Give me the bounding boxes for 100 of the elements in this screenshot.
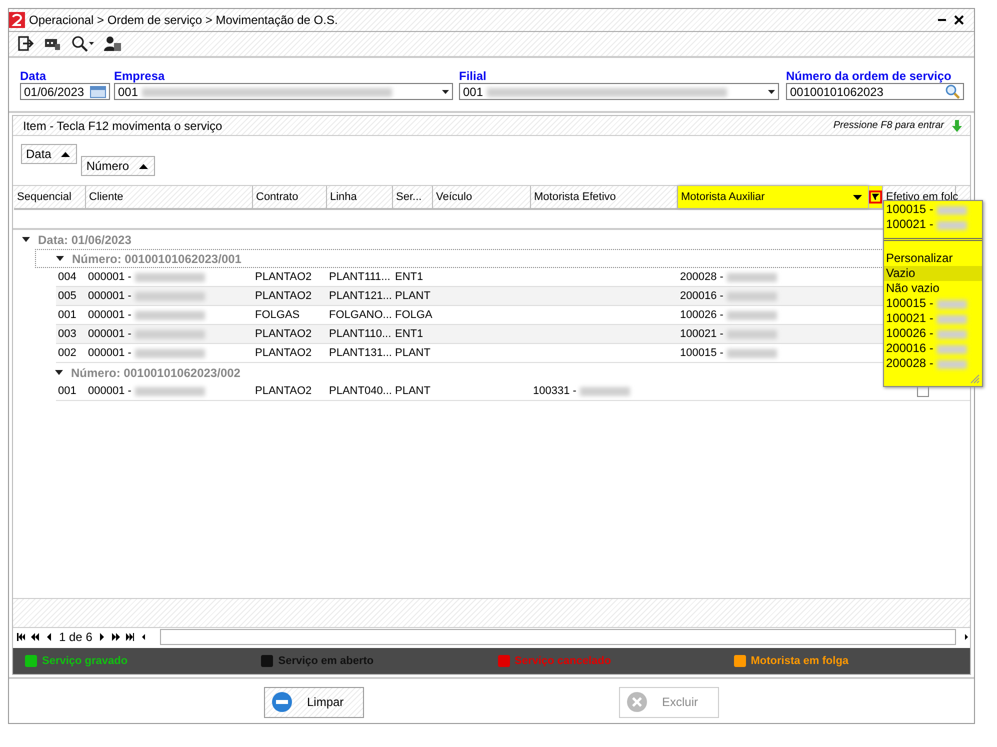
column-header[interactable]: Cliente (86, 186, 253, 208)
column-header[interactable]: Motorista Auxiliar (678, 186, 869, 208)
last-page-icon[interactable] (126, 632, 134, 641)
next-page-icon[interactable] (112, 632, 120, 641)
table-cell: FOLGANO... (329, 309, 392, 322)
search-icon (71, 35, 88, 52)
group-header: Número: 00100101062023/002 (71, 366, 240, 380)
collapse-icon[interactable] (56, 256, 64, 262)
blurred-text (135, 330, 206, 340)
group-by-chip[interactable]: Data (21, 144, 78, 164)
column-header[interactable]: Linha (327, 186, 393, 208)
table-cell: ENT1 (395, 271, 424, 284)
filter-value[interactable]: 100021 - (886, 217, 934, 232)
sort-up-icon (61, 152, 70, 157)
caret-icon (853, 194, 862, 200)
blurred-text (937, 206, 968, 215)
filter-option[interactable]: Personalizar (884, 251, 982, 266)
field-label: Filial (459, 69, 488, 84)
table-cell: 005 (58, 290, 76, 302)
filter-option[interactable]: Vazio (884, 266, 982, 282)
filter-option[interactable]: 200016 - (884, 341, 982, 356)
blurred-text (727, 349, 778, 358)
blurred-text (727, 311, 778, 320)
table-cell: 004 (58, 271, 76, 284)
search-button[interactable] (69, 35, 96, 52)
column-header[interactable]: Ser... (393, 186, 433, 208)
column-header[interactable]: Veículo (433, 186, 531, 208)
collapse-icon[interactable] (22, 236, 30, 243)
blurred-text (937, 344, 968, 354)
table-cell: 001 (58, 385, 76, 398)
next-icon[interactable] (98, 632, 106, 641)
combo-field[interactable]: 001 (459, 83, 779, 100)
minimize-icon (938, 18, 946, 21)
table-cell: 100015 - (680, 347, 724, 360)
column-header[interactable]: Contrato (253, 186, 327, 208)
scroll-right-icon[interactable] (962, 632, 970, 641)
blurred-text (135, 292, 206, 302)
legend-label: Serviço em aberto (278, 654, 374, 667)
blurred-text (937, 300, 968, 309)
group-header: Data: 01/06/2023 (38, 232, 132, 247)
blurred-text (727, 273, 778, 282)
exit-button[interactable] (15, 35, 36, 52)
calendar-icon (90, 86, 106, 98)
filter-option[interactable]: 100015 - (884, 296, 982, 312)
table-cell: PLANTAO2 (255, 271, 312, 284)
table-cell: 100331 - (533, 385, 576, 398)
previous-icon[interactable] (45, 632, 53, 641)
date-field[interactable]: 01/06/2023 (20, 83, 110, 100)
field-label: Número da ordem de serviço (786, 69, 952, 84)
table-cell: PLANTAO2 (255, 385, 312, 398)
table-cell: 100026 - (680, 309, 724, 322)
grid-caption: Item - Tecla F12 movimenta o serviço (23, 118, 224, 133)
combo-field[interactable]: 001 (114, 83, 453, 100)
filter-option[interactable]: 200028 - (884, 356, 982, 372)
filter-option[interactable]: 100021 - (884, 311, 982, 326)
blurred-text (727, 292, 778, 302)
table-cell: 000001 - (88, 271, 132, 284)
table-cell: PLANT040... (329, 385, 392, 398)
search-field[interactable]: 00100101062023 (786, 83, 964, 100)
table-cell: 000001 - (88, 309, 132, 322)
column-header[interactable]: Sequencial (14, 186, 86, 208)
action-button[interactable]: Limpar (264, 686, 364, 718)
group-by-chip[interactable]: Número (81, 156, 156, 176)
blurred-text (937, 314, 968, 324)
table-cell: PLANTAO2 (255, 347, 312, 360)
table-cell: 002 (58, 347, 76, 360)
table-cell: 000001 - (88, 385, 132, 398)
table-cell: PLANT (395, 290, 430, 302)
table-cell: PLANTAO2 (255, 290, 312, 302)
field-label: Empresa (114, 69, 166, 84)
exit-icon (17, 35, 34, 52)
caret-icon (442, 90, 449, 94)
table-cell: FOLGA (395, 309, 432, 322)
previous-page-icon[interactable] (31, 632, 39, 641)
first-page-icon[interactable] (17, 632, 25, 641)
minus-circle-icon (271, 691, 293, 714)
table-cell: PLANT110... (329, 328, 392, 340)
resize-grip-icon[interactable] (970, 374, 980, 384)
collapse-icon[interactable] (55, 370, 63, 376)
table-cell: 000001 - (88, 290, 132, 302)
scrollbar[interactable] (160, 628, 956, 645)
filter-option[interactable]: Não vazio (884, 281, 982, 296)
user-button[interactable] (102, 35, 123, 52)
table-cell: 200016 - (680, 290, 724, 302)
table-cell: PLANT121... (329, 290, 392, 302)
table-cell: 200028 - (680, 271, 724, 284)
caret-icon (89, 42, 94, 46)
filter-option[interactable]: 100026 - (884, 326, 982, 342)
table-cell: PLANT (395, 385, 430, 398)
blurred-text (937, 330, 968, 339)
legend-label: Serviço cancelado (514, 654, 612, 667)
group-header: Número: 00100101062023/001 (72, 252, 242, 266)
window-title: Operacional > Ordem de serviço > Movimentação de O.S. (29, 12, 339, 27)
filter-icon[interactable] (869, 190, 882, 204)
table-cell: 003 (58, 328, 76, 340)
caret-icon (768, 90, 775, 94)
blurred-text (135, 273, 206, 282)
table-cell: 001 (58, 309, 76, 322)
legend-label: Motorista em folga (750, 654, 849, 667)
table-cell: 000001 - (88, 347, 132, 360)
